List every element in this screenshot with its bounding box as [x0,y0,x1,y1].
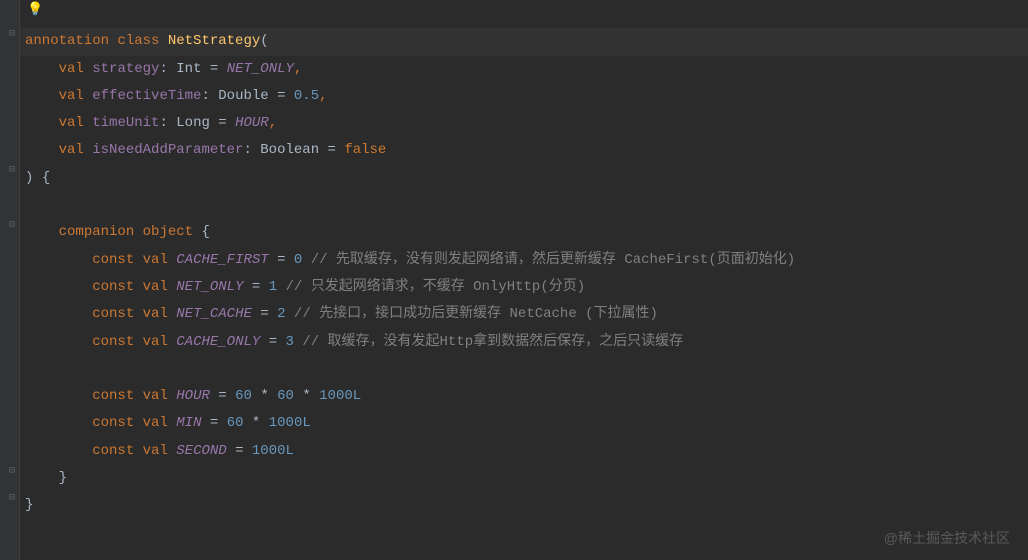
type: Int [176,61,201,77]
code-line: } [20,492,1028,519]
fold-marker-icon[interactable]: ⊟ [9,492,15,504]
number: 0 [294,252,302,268]
number: 1000L [252,443,294,459]
code-line: const val NET_CACHE = 2 // 先接口，接口成功后更新缓存… [20,301,1028,328]
keyword: val [143,443,168,459]
type: Long [176,115,210,131]
code-line: const val MIN = 60 * 1000L [20,410,1028,437]
property: isNeedAddParameter [92,142,243,158]
gutter: ⊟ ⊟ ⊟ ⊟ ⊟ [0,0,20,560]
constant: CACHE_FIRST [176,252,268,268]
number: 60 [235,388,252,404]
fold-marker-icon[interactable]: ⊟ [9,28,15,40]
code-line: companion object { [20,219,1028,246]
type: Boolean [260,142,319,158]
keyword: const [92,279,134,295]
code-editor[interactable]: annotation class NetStrategy( val strate… [0,0,1028,520]
brace: { [201,224,209,240]
comment: // 只发起网络请求，不缓存 OnlyHttp(分页) [286,279,586,295]
keyword: val [59,115,84,131]
keyword: val [143,334,168,350]
keyword: val [59,61,84,77]
class-name: NetStrategy [168,33,260,49]
code-line [20,356,1028,383]
constant-ref: NET_ONLY [227,61,294,77]
keyword: const [92,415,134,431]
constant: HOUR [176,388,210,404]
lightbulb-icon[interactable]: 💡 [27,2,43,17]
number: 60 [277,388,294,404]
constant: NET_ONLY [176,279,243,295]
property: timeUnit [92,115,159,131]
keyword: val [59,88,84,104]
constant: NET_CACHE [176,306,252,322]
code-line: val isNeedAddParameter: Boolean = false [20,137,1028,164]
keyword: const [92,388,134,404]
code-line [20,1,1028,28]
code-line: val timeUnit: Long = HOUR, [20,110,1028,137]
keyword: object [143,224,193,240]
keyword: val [143,415,168,431]
constant-ref: HOUR [235,115,269,131]
keyword: const [92,443,134,459]
constant: MIN [176,415,201,431]
keyword: const [92,252,134,268]
number: 1 [269,279,277,295]
code-line: } [20,465,1028,492]
property: strategy [92,61,159,77]
boolean: false [344,142,386,158]
code-line: val effectiveTime: Double = 0.5, [20,83,1028,110]
code-line: val strategy: Int = NET_ONLY, [20,56,1028,83]
comment: // 先接口，接口成功后更新缓存 NetCache (下拉属性) [294,306,658,322]
code-line: const val CACHE_ONLY = 3 // 取缓存，没有发起Http… [20,329,1028,356]
number: 2 [277,306,285,322]
keyword: annotation [25,33,109,49]
keyword: class [117,33,159,49]
keyword: const [92,306,134,322]
fold-marker-icon[interactable]: ⊟ [9,465,15,477]
property: effectiveTime [92,88,201,104]
number: 60 [227,415,244,431]
number: 0.5 [294,88,319,104]
code-line: const val SECOND = 1000L [20,438,1028,465]
keyword: val [143,279,168,295]
keyword: val [143,252,168,268]
brace: { [42,170,50,186]
keyword: val [143,306,168,322]
paren: ) [25,170,33,186]
constant: CACHE_ONLY [176,334,260,350]
number: 3 [286,334,294,350]
comment: // 取缓存，没有发起Http拿到数据然后保存，之后只读缓存 [302,334,683,350]
number: 1000L [269,415,311,431]
paren: ( [260,33,268,49]
code-line: const val HOUR = 60 * 60 * 1000L [20,383,1028,410]
brace: } [25,497,33,513]
code-line [20,192,1028,219]
code-line: const val NET_ONLY = 1 // 只发起网络请求，不缓存 On… [20,274,1028,301]
keyword: val [59,142,84,158]
constant: SECOND [176,443,226,459]
fold-marker-icon[interactable]: ⊟ [9,219,15,231]
keyword: const [92,334,134,350]
fold-marker-icon[interactable]: ⊟ [9,164,15,176]
code-line: const val CACHE_FIRST = 0 // 先取缓存，没有则发起网… [20,247,1028,274]
keyword: companion [59,224,135,240]
code-line: annotation class NetStrategy( [20,28,1028,55]
type: Double [218,88,268,104]
watermark: @稀土掘金技术社区 [884,528,1010,548]
number: 1000L [319,388,361,404]
code-line: ) { [20,165,1028,192]
keyword: val [143,388,168,404]
comment: // 先取缓存，没有则发起网络请，然后更新缓存 CacheFirst(页面初始化… [311,252,795,268]
brace: } [59,470,67,486]
